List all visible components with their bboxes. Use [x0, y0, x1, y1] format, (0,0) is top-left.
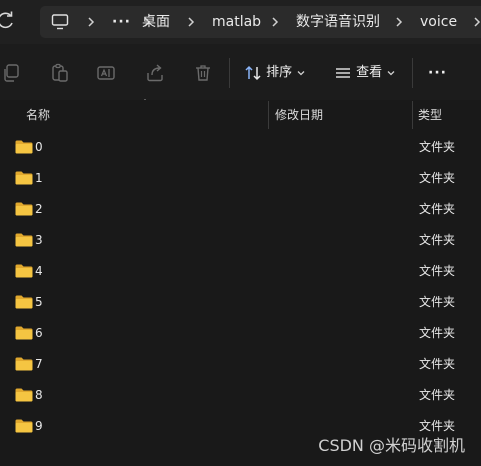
file-row[interactable]: 3 文件夹 [0, 225, 481, 256]
file-name: 6 [35, 326, 43, 340]
folder-icon [15, 295, 33, 309]
breadcrumb-matlab[interactable]: matlab [212, 6, 261, 38]
folder-icon [15, 171, 33, 185]
toolbar-separator [412, 58, 413, 88]
file-row[interactable]: 8 文件夹 [0, 380, 481, 411]
sort-button-label: 排序 [266, 65, 293, 80]
file-row[interactable]: 0 文件夹 [0, 132, 481, 163]
file-name: 2 [35, 202, 43, 216]
file-name: 1 [35, 171, 43, 185]
folder-icon [15, 233, 33, 247]
list-view-icon [336, 67, 350, 78]
column-header-name[interactable]: 名称 [26, 100, 50, 130]
view-button-label: 查看 [356, 65, 383, 80]
computer-icon[interactable] [51, 14, 69, 30]
folder-icon [15, 357, 33, 371]
address-bar[interactable]: ··· 桌面 matlab 数字语音识别 voice [40, 6, 481, 38]
file-type: 文件夹 [419, 388, 456, 402]
file-name: 8 [35, 388, 43, 402]
file-type: 文件夹 [419, 357, 456, 371]
breadcrumb-speech-recognition[interactable]: 数字语音识别 [296, 6, 380, 38]
view-button[interactable]: 查看 [334, 58, 396, 88]
file-row[interactable]: 7 文件夹 [0, 349, 481, 380]
chevron-right-icon [396, 17, 403, 27]
column-divider[interactable] [268, 101, 269, 129]
file-explorer-window: ··· 桌面 matlab 数字语音识别 voice 排序 查看 ··· 名称 … [0, 0, 481, 466]
column-divider[interactable] [412, 101, 413, 129]
file-type: 文件夹 [419, 233, 456, 247]
file-type: 文件夹 [419, 140, 456, 154]
delete-icon[interactable] [193, 63, 213, 83]
file-name: 4 [35, 264, 43, 278]
folder-icon [15, 264, 33, 278]
breadcrumb-desktop[interactable]: 桌面 [142, 6, 170, 38]
file-name: 7 [35, 357, 43, 371]
chevron-right-icon [474, 17, 481, 27]
file-type: 文件夹 [419, 171, 456, 185]
file-type: 文件夹 [419, 326, 456, 340]
file-row[interactable]: 1 文件夹 [0, 163, 481, 194]
file-row[interactable]: 2 文件夹 [0, 194, 481, 225]
file-name: 9 [35, 419, 43, 433]
chevron-right-icon [272, 17, 279, 27]
file-type: 文件夹 [419, 264, 456, 278]
file-row[interactable]: 4 文件夹 [0, 256, 481, 287]
chevron-down-icon [297, 70, 305, 75]
file-row[interactable]: 5 文件夹 [0, 287, 481, 318]
watermark: CSDN @米码收割机 [318, 436, 465, 455]
breadcrumb-voice[interactable]: voice [420, 6, 457, 38]
command-bar: 排序 查看 ··· [0, 44, 481, 102]
folder-icon [15, 140, 33, 154]
folder-icon [15, 419, 33, 433]
address-more-button[interactable]: ··· [112, 6, 131, 38]
rename-icon[interactable] [96, 63, 116, 83]
share-icon[interactable] [145, 63, 165, 83]
toolbar-separator [229, 58, 230, 88]
file-name: 3 [35, 233, 43, 247]
more-options-button[interactable]: ··· [428, 58, 447, 88]
chevron-right-icon [88, 17, 95, 27]
column-header-modified[interactable]: 修改日期 [275, 100, 323, 130]
file-row[interactable]: 6 文件夹 [0, 318, 481, 349]
folder-icon [15, 326, 33, 340]
column-header-type[interactable]: 类型 [418, 100, 442, 130]
sort-arrows-icon [245, 65, 261, 80]
sort-button[interactable]: 排序 [244, 58, 306, 88]
copy-icon[interactable] [1, 63, 21, 83]
folder-icon [15, 202, 33, 216]
paste-icon[interactable] [50, 63, 70, 83]
file-type: 文件夹 [419, 295, 456, 309]
refresh-icon[interactable] [0, 10, 16, 32]
column-header-row: 名称 修改日期 类型 [0, 100, 481, 130]
folder-icon [15, 388, 33, 402]
address-row: ··· 桌面 matlab 数字语音识别 voice [0, 0, 481, 44]
chevron-right-icon [188, 17, 195, 27]
file-name: 5 [35, 295, 43, 309]
file-name: 0 [35, 140, 43, 154]
file-type: 文件夹 [419, 202, 456, 216]
chevron-down-icon [387, 70, 395, 75]
